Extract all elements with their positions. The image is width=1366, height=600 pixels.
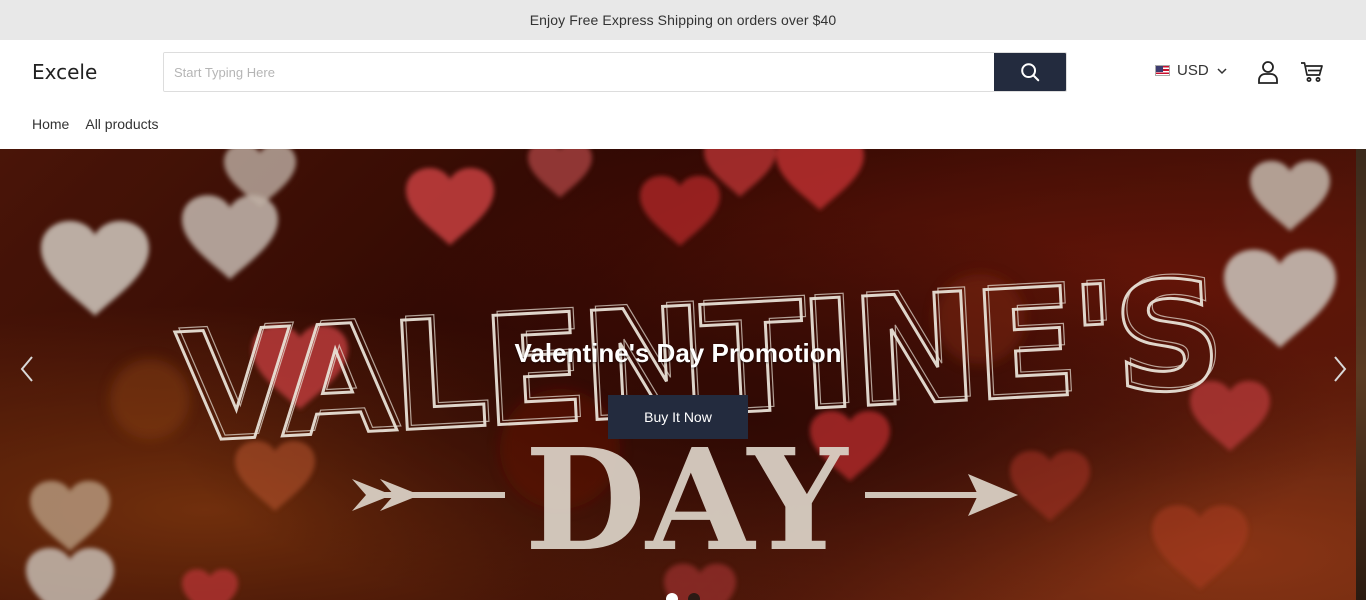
currency-selector[interactable]: USD <box>1155 62 1228 79</box>
account-button[interactable] <box>1255 58 1281 86</box>
slider-dot-2[interactable] <box>688 593 700 600</box>
slider-dot-1[interactable] <box>666 593 678 600</box>
us-flag-icon <box>1155 65 1170 76</box>
nav-item-all-products[interactable]: All products <box>85 116 158 132</box>
hero-title: Valentine's Day Promotion <box>514 338 842 368</box>
search-bar <box>163 52 1067 92</box>
slider-pagination <box>666 593 700 600</box>
announcement-text: Enjoy Free Express Shipping on orders ov… <box>529 12 837 28</box>
chevron-down-icon <box>1217 67 1227 74</box>
slider-prev-button[interactable] <box>17 354 37 384</box>
store-logo[interactable]: Excele <box>32 60 97 84</box>
cart-button[interactable] <box>1299 58 1325 86</box>
search-input[interactable] <box>164 53 994 91</box>
slider-next-button[interactable] <box>1330 354 1350 384</box>
main-nav: Home All products <box>0 104 1366 149</box>
announcement-bar: Enjoy Free Express Shipping on orders ov… <box>0 0 1366 40</box>
cart-icon <box>1301 62 1323 82</box>
user-icon <box>1258 61 1278 84</box>
chevron-right-icon <box>1334 356 1347 382</box>
hero-slider: VALENTINE'S VALENTINE'S DAY Valentine's … <box>0 149 1366 600</box>
search-button[interactable] <box>994 53 1066 91</box>
search-icon <box>1021 63 1040 82</box>
chevron-left-icon <box>20 356 33 382</box>
currency-label: USD <box>1177 62 1209 79</box>
hero-next-slide-peek <box>1356 149 1366 600</box>
header: Excele USD <box>0 40 1366 104</box>
buy-it-now-button[interactable]: Buy It Now <box>608 395 748 439</box>
svg-text:DAY: DAY <box>525 419 850 583</box>
hero-background-image: VALENTINE'S VALENTINE'S DAY <box>0 149 1366 600</box>
nav-item-home[interactable]: Home <box>32 116 69 132</box>
